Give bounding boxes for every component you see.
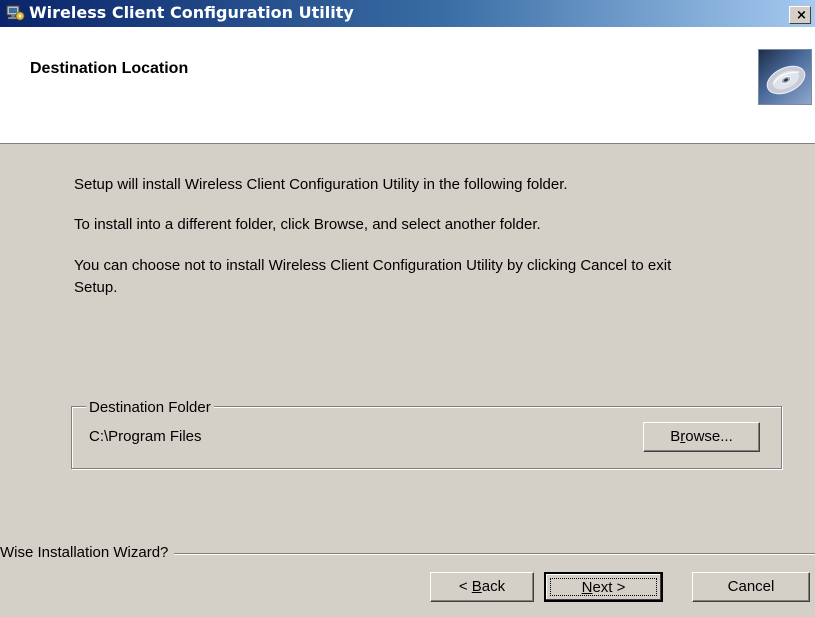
browse-label-suffix: owse...: [685, 428, 733, 445]
destination-folder-legend: Destination Folder: [86, 399, 214, 416]
cd-disc-icon: [758, 49, 812, 105]
back-button[interactable]: < Back: [430, 572, 534, 602]
title-bar[interactable]: Wireless Client Configuration Utility ×: [0, 0, 815, 27]
browse-button[interactable]: Browse...: [643, 422, 760, 452]
close-icon: ×: [796, 8, 807, 23]
window-title: Wireless Client Configuration Utility: [29, 3, 354, 22]
back-label-suffix: ack: [481, 578, 506, 595]
page-title: Destination Location: [30, 60, 189, 77]
setup-app-icon: [6, 5, 25, 21]
cancel-info-text-line2: Setup.: [74, 279, 118, 296]
cancel-info-text-line1: You can choose not to install Wireless C…: [74, 257, 672, 274]
browse-label-prefix: B: [670, 428, 681, 445]
change-folder-text: To install into a different folder, clic…: [74, 216, 541, 233]
back-label-accel: B: [471, 578, 482, 595]
destination-folder-path: C:\Program Files: [89, 428, 202, 445]
wizard-header: Destination Location: [0, 27, 815, 144]
close-button[interactable]: ×: [789, 6, 811, 24]
wizard-brand-label: Wise Installation Wizard?: [0, 544, 175, 561]
back-label-prefix: <: [458, 578, 472, 595]
next-button[interactable]: Next >: [544, 572, 663, 602]
focus-rect: [550, 578, 657, 596]
install-info-text: Setup will install Wireless Client Confi…: [74, 176, 568, 193]
cancel-button[interactable]: Cancel: [692, 572, 810, 602]
